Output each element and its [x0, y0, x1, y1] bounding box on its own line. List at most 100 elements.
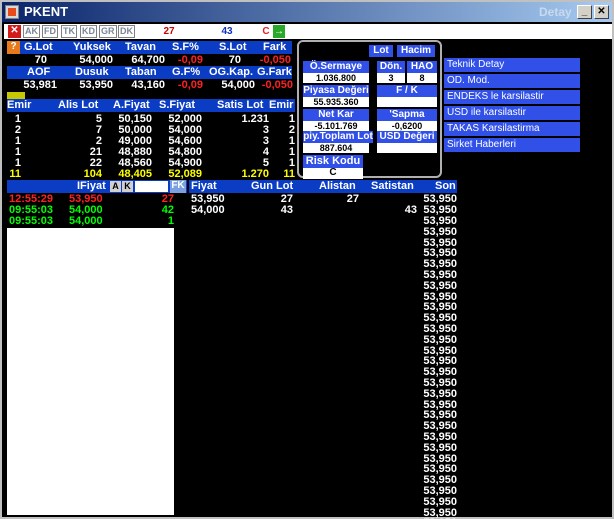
net-kar-label: Net Kar: [303, 109, 369, 121]
toolbar: ✕ AK FD TK KD GR DK 27 43 C →: [4, 24, 612, 39]
sfiyat-header: S.Fiyat: [159, 99, 196, 111]
question-icon[interactable]: ?: [7, 41, 20, 54]
hao-label: HAO: [407, 61, 437, 73]
trade-lot: 1: [167, 215, 174, 227]
gfark-header: G.Fark: [257, 66, 292, 78]
taban-value: 43,160: [131, 79, 165, 91]
depth-row[interactable]: 1 5 50,150 52,000 1.231 1: [7, 113, 295, 125]
aof-header: AOF: [27, 66, 51, 78]
lot-field-b[interactable]: 43: [196, 25, 258, 38]
gf-header: G.F%: [172, 66, 201, 78]
usd-degeri-value: [377, 143, 437, 153]
total-emir-buy: 11: [9, 168, 21, 180]
fiyat-row[interactable]: 53,950 27 27 53,950: [189, 193, 457, 205]
afiyat-header: A.Fiyat: [113, 99, 150, 111]
gunlot-col-header[interactable]: Gun Lot: [251, 180, 293, 192]
depth-header: Emir Alis Lot A.Fiyat S.Fiyat Satis Lot …: [7, 99, 295, 112]
don-label: Dön.: [377, 61, 405, 73]
depth-row[interactable]: 2 7 50,000 54,000 3 2: [7, 124, 295, 136]
lot-button[interactable]: Lot: [369, 45, 393, 57]
sapma-value: -0,6200: [377, 121, 437, 131]
usd-degeri-label: USD Değeri: [377, 131, 437, 143]
emir-header: Emir: [7, 99, 32, 111]
depth-row[interactable]: 1 2 49,000 54,600 3 1: [7, 135, 295, 147]
detay-label: Detay: [539, 5, 572, 19]
glot-value: 70: [34, 54, 47, 66]
tavan-header: Tavan: [125, 41, 156, 53]
emir-sell-header: Emir: [269, 99, 294, 111]
lot-field-a[interactable]: 27: [144, 25, 194, 38]
trade-row[interactable]: 09:55:03 54,000 1: [7, 215, 177, 227]
teknik-detay-link[interactable]: Teknik Detay: [444, 58, 580, 72]
trade-filter-input[interactable]: [135, 181, 168, 192]
fk-button[interactable]: FK: [170, 180, 186, 193]
endeks-compare-link[interactable]: ENDEKS le karsilastir: [444, 90, 580, 104]
fd-button[interactable]: FD: [42, 25, 58, 38]
dusuk-header: Dusuk: [75, 66, 109, 78]
piy-toplam-lot-value: 887.604: [303, 143, 369, 153]
right-scroll-area[interactable]: [595, 40, 612, 517]
piyasa-degeri-label: Piyasa Değeri: [303, 85, 369, 97]
alistan-col-header[interactable]: Alistan: [319, 180, 356, 192]
gr-button[interactable]: GR: [99, 25, 117, 38]
fiyat-col-header[interactable]: Fiyat: [191, 180, 217, 192]
hao-value: 8: [407, 73, 437, 83]
takas-compare-link[interactable]: TAKAS Karsilastirma: [444, 122, 580, 136]
summary1-header: ? G.Lot Yuksek Tavan S.F% S.Lot Fark: [7, 41, 292, 54]
hacim-button[interactable]: Hacim: [397, 45, 435, 57]
satistan-col-header[interactable]: Satistan: [371, 180, 414, 192]
kd-button[interactable]: KD: [80, 25, 97, 38]
app-icon: [5, 5, 19, 19]
fark-header: Fark: [263, 41, 287, 53]
ifiyat-header: IFiyat: [77, 180, 106, 192]
summary1-values: 70 54,000 64,700 -0,09 70 -0,050: [7, 54, 292, 66]
yuksek-value: 54,000: [79, 54, 113, 66]
trade-row[interactable]: 12:55:29 53,950 27: [7, 193, 177, 205]
net-kar-value: -5.101.769: [303, 121, 369, 131]
info-panel: Lot Hacim Ö.Sermaye 1.036.800 Dön. 3 HAO…: [297, 40, 442, 179]
slot-value: 70: [228, 54, 241, 66]
c-button[interactable]: C: [260, 25, 272, 38]
gf-value: -0,09: [177, 79, 203, 91]
total-satis-lot: 1.270: [241, 168, 269, 180]
close-button[interactable]: ✕: [594, 5, 609, 19]
depth-row[interactable]: 1 21 48,880 54,800 4 1: [7, 146, 295, 158]
window-title: PKENT: [24, 4, 69, 19]
ak-button[interactable]: AK: [23, 25, 40, 38]
close-icon[interactable]: ✕: [8, 25, 21, 38]
piy-toplam-lot-label: piy.Toplam Lot: [303, 131, 373, 143]
trade-row[interactable]: 09:55:03 54,000 42: [7, 204, 177, 216]
minimize-button[interactable]: _: [577, 5, 592, 19]
sf-header: S.F%: [172, 41, 199, 53]
trades-header: IFiyat A K FK: [7, 180, 187, 193]
fiyat-cell: 43: [280, 204, 293, 216]
depth-row[interactable]: 1 22 48,560 54,900 5 1: [7, 157, 295, 169]
tk-button[interactable]: TK: [61, 25, 77, 38]
ogkap-value: 54,000: [221, 79, 255, 91]
yuksek-header: Yuksek: [73, 41, 111, 53]
don-value: 3: [377, 73, 405, 83]
sf-value: -0,09: [177, 54, 203, 66]
slot-header: S.Lot: [219, 41, 247, 53]
fk-label: F / K: [377, 85, 437, 97]
k-marker: [7, 92, 25, 99]
depth-totals: 11 104 48,405 52,089 1.270 11: [7, 168, 295, 180]
usd-compare-link[interactable]: USD ile karsilastir: [444, 106, 580, 120]
total-afiyat: 48,405: [118, 168, 152, 180]
title-bar[interactable]: PKENT Detay _ ✕: [2, 2, 612, 22]
total-sfiyat: 52,089: [168, 168, 202, 180]
k-filter-button[interactable]: K: [122, 181, 133, 192]
fiyat-row[interactable]: 54,000 43 43 53,950: [189, 204, 457, 216]
ogkap-header: OG.Kap.: [209, 66, 254, 78]
arrow-right-icon[interactable]: →: [273, 25, 285, 38]
od-mod-link[interactable]: OD. Mod.: [444, 74, 580, 88]
summary2-values: 53,981 53,950 43,160 -0,09 54,000 -0,050: [7, 79, 293, 91]
trade-price: 54,000: [69, 215, 103, 227]
a-filter-button[interactable]: A: [110, 181, 121, 192]
dk-button[interactable]: DK: [118, 25, 135, 38]
fk-value: [377, 97, 437, 107]
sirket-haberleri-link[interactable]: Sirket Haberleri: [444, 138, 580, 152]
son-col-header[interactable]: Son: [435, 180, 456, 192]
tavan-value: 64,700: [131, 54, 165, 66]
trades-blank-area: [7, 228, 174, 515]
